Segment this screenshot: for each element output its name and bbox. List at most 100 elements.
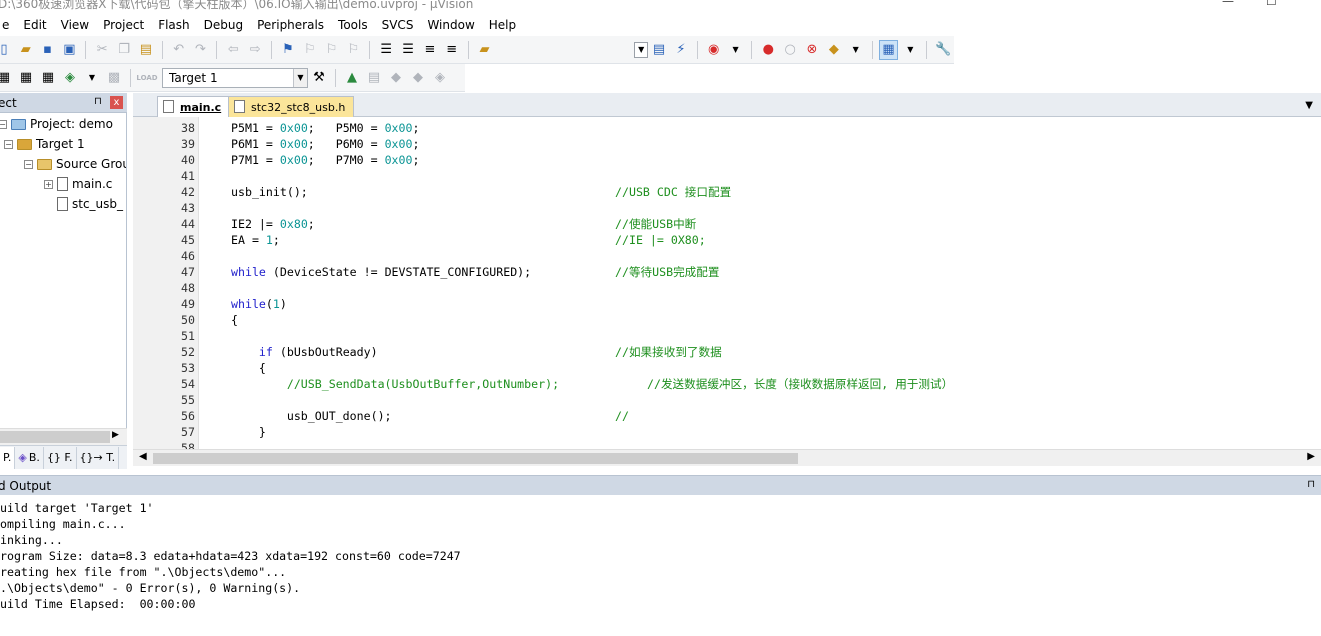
debug-session-icon[interactable]: ◉ [704,40,724,60]
find-combo-dropdown[interactable]: ▼ [634,41,649,58]
menu-project[interactable]: Project [96,18,151,32]
save-icon[interactable]: ▪ [38,40,58,60]
incremental-find-icon[interactable]: ⚡ [671,40,691,60]
code-line[interactable]: 57 } [133,424,1321,440]
minimize-button[interactable]: — [1222,0,1234,8]
expand-icon[interactable]: + [44,179,53,189]
unindent-icon[interactable]: ☰ [398,40,418,60]
editor-hscrollbar[interactable]: ◀ ▶ [133,449,1321,466]
manage-project-icon[interactable]: ▲ [342,68,362,88]
comment-icon[interactable]: ≡ [420,40,440,60]
code-line[interactable]: 44 IE2 |= 0x80; //使能USB中断 [133,216,1321,232]
new-file-icon[interactable]: ▯ [0,40,14,60]
code-line[interactable]: 39 P6M1 = 0x00; P6M0 = 0x00; [133,136,1321,152]
tree-item-source-group[interactable]: − Source Grou [24,154,126,174]
batch-build-icon[interactable]: ◈ [60,68,80,88]
rebuild-icon[interactable]: ▦ [38,68,58,88]
code-line[interactable]: 43 [133,200,1321,216]
debug-dropdown-icon[interactable]: ▼ [726,40,746,60]
close-icon[interactable]: x [110,96,123,109]
scroll-left-icon[interactable]: ◀ [139,451,147,462]
scroll-right-icon[interactable]: ▶ [1307,451,1315,462]
code-line[interactable]: 56 usb_OUT_done(); // [133,408,1321,424]
stop-build-icon[interactable]: ▩ [104,68,124,88]
next-bookmark-icon[interactable]: ⚐ [322,40,342,60]
maximize-button[interactable]: ☐ [1266,0,1277,8]
undo-icon[interactable]: ↶ [169,40,189,60]
build-icon[interactable]: ▦ [16,68,36,88]
redo-icon[interactable]: ↷ [191,40,211,60]
batch-dropdown-icon[interactable]: ▼ [82,68,102,88]
project-hscrollbar[interactable]: ▶ [0,428,127,445]
select-packs-icon[interactable]: ◆ [386,68,406,88]
disable-breakpoint-icon[interactable]: ○ [780,40,800,60]
code-line[interactable]: 40 P7M1 = 0x00; P7M0 = 0x00; [133,152,1321,168]
tree-item-target[interactable]: − Target 1 [4,134,85,154]
code-line[interactable]: 46 [133,248,1321,264]
prev-bookmark-icon[interactable]: ⚐ [300,40,320,60]
menu-help[interactable]: Help [482,18,523,32]
configure-window-icon[interactable]: ▦ [878,39,899,60]
save-all-icon[interactable]: ▣ [59,40,79,60]
find-in-files-icon[interactable]: ▰ [475,40,495,60]
code-line[interactable]: 58 [133,440,1321,449]
code-line[interactable]: 48 [133,280,1321,296]
file-extensions-icon[interactable]: ▤ [364,68,384,88]
code-line[interactable]: 42 usb_init(); //USB CDC 接口配置 [133,184,1321,200]
paste-icon[interactable]: ▤ [136,40,156,60]
configure-dropdown-icon[interactable]: ▼ [900,40,920,60]
tab-main-c[interactable]: main.c [157,96,231,117]
menu-tools[interactable]: Tools [331,18,375,32]
cut-icon[interactable]: ✂ [92,40,112,60]
window-icon[interactable]: ◆ [824,40,844,60]
menu-flash[interactable]: Flash [151,18,196,32]
code-line[interactable]: 50 { [133,312,1321,328]
target-options-icon[interactable]: ⚒ [309,68,329,88]
menu-file[interactable]: e [0,18,16,32]
code-line[interactable]: 55 [133,392,1321,408]
build-output-panel[interactable]: Build target 'Target 1' compiling main.c… [0,497,1321,636]
manage-rte-icon[interactable]: ◆ [408,68,428,88]
translate-icon[interactable]: ▦ [0,68,14,88]
pin-icon[interactable]: ⊓ [94,96,102,107]
code-line[interactable]: 49 while(1) [133,296,1321,312]
tree-item-project[interactable]: − Project: demo [0,114,113,134]
breakpoint-icon[interactable]: ● [758,40,778,60]
tab-stc32-header[interactable]: stc32_stc8_usb.h [228,96,355,117]
scroll-right-icon[interactable]: ▶ [112,430,119,440]
open-folder-icon[interactable]: ▰ [16,40,36,60]
uncomment-icon[interactable]: ≡ [442,40,462,60]
menu-window[interactable]: Window [420,18,481,32]
menu-edit[interactable]: Edit [16,18,53,32]
tab-functions[interactable]: {} F. [44,446,77,469]
load-icon[interactable]: LOAD [136,68,157,88]
wrench-icon[interactable]: 🔧 [933,40,953,60]
code-line[interactable]: 38 P5M1 = 0x00; P5M0 = 0x00; [133,120,1321,136]
code-line[interactable]: 45 EA = 1; //IE |= 0X80; [133,232,1321,248]
nav-forward-icon[interactable]: ⇨ [245,40,265,60]
pack-installer-icon[interactable]: ◈ [430,68,450,88]
menu-view[interactable]: View [54,18,96,32]
kill-breakpoints-icon[interactable]: ⊗ [802,40,822,60]
menu-svcs[interactable]: SVCS [375,18,421,32]
tree-item-file[interactable]: + main.c [44,174,112,194]
menu-peripherals[interactable]: Peripherals [250,18,331,32]
tab-project[interactable]: P. [0,446,16,469]
clear-bookmarks-icon[interactable]: ⚐ [344,40,364,60]
pin-icon[interactable]: ⊓ [1307,479,1315,490]
window-dropdown-icon[interactable]: ▼ [846,40,866,60]
scroll-thumb[interactable] [0,431,110,443]
code-line[interactable]: 51 [133,328,1321,344]
tab-templates[interactable]: {}→ T. [77,446,120,469]
tab-books[interactable]: ◈ B. [15,446,44,469]
nav-back-icon[interactable]: ⇦ [223,40,243,60]
copy-icon[interactable]: ❐ [114,40,134,60]
code-editor[interactable]: 38 P5M1 = 0x00; P5M0 = 0x00; 39 P6M1 = 0x00… [133,117,1321,449]
code-line[interactable]: 52 if (bUsbOutReady) //如果接收到了数据 [133,344,1321,360]
tree-item-file[interactable]: stc_usb_ [57,194,123,214]
code-line[interactable]: 54 //USB_SendData(UsbOutBuffer,OutNumber… [133,376,1321,392]
menu-debug[interactable]: Debug [197,18,250,32]
code-line[interactable]: 47 while (DeviceState != DEVSTATE_CONFIGU… [133,264,1321,280]
target-select[interactable]: Target 1 ▼ [162,67,308,88]
collapse-icon[interactable]: − [24,159,33,169]
